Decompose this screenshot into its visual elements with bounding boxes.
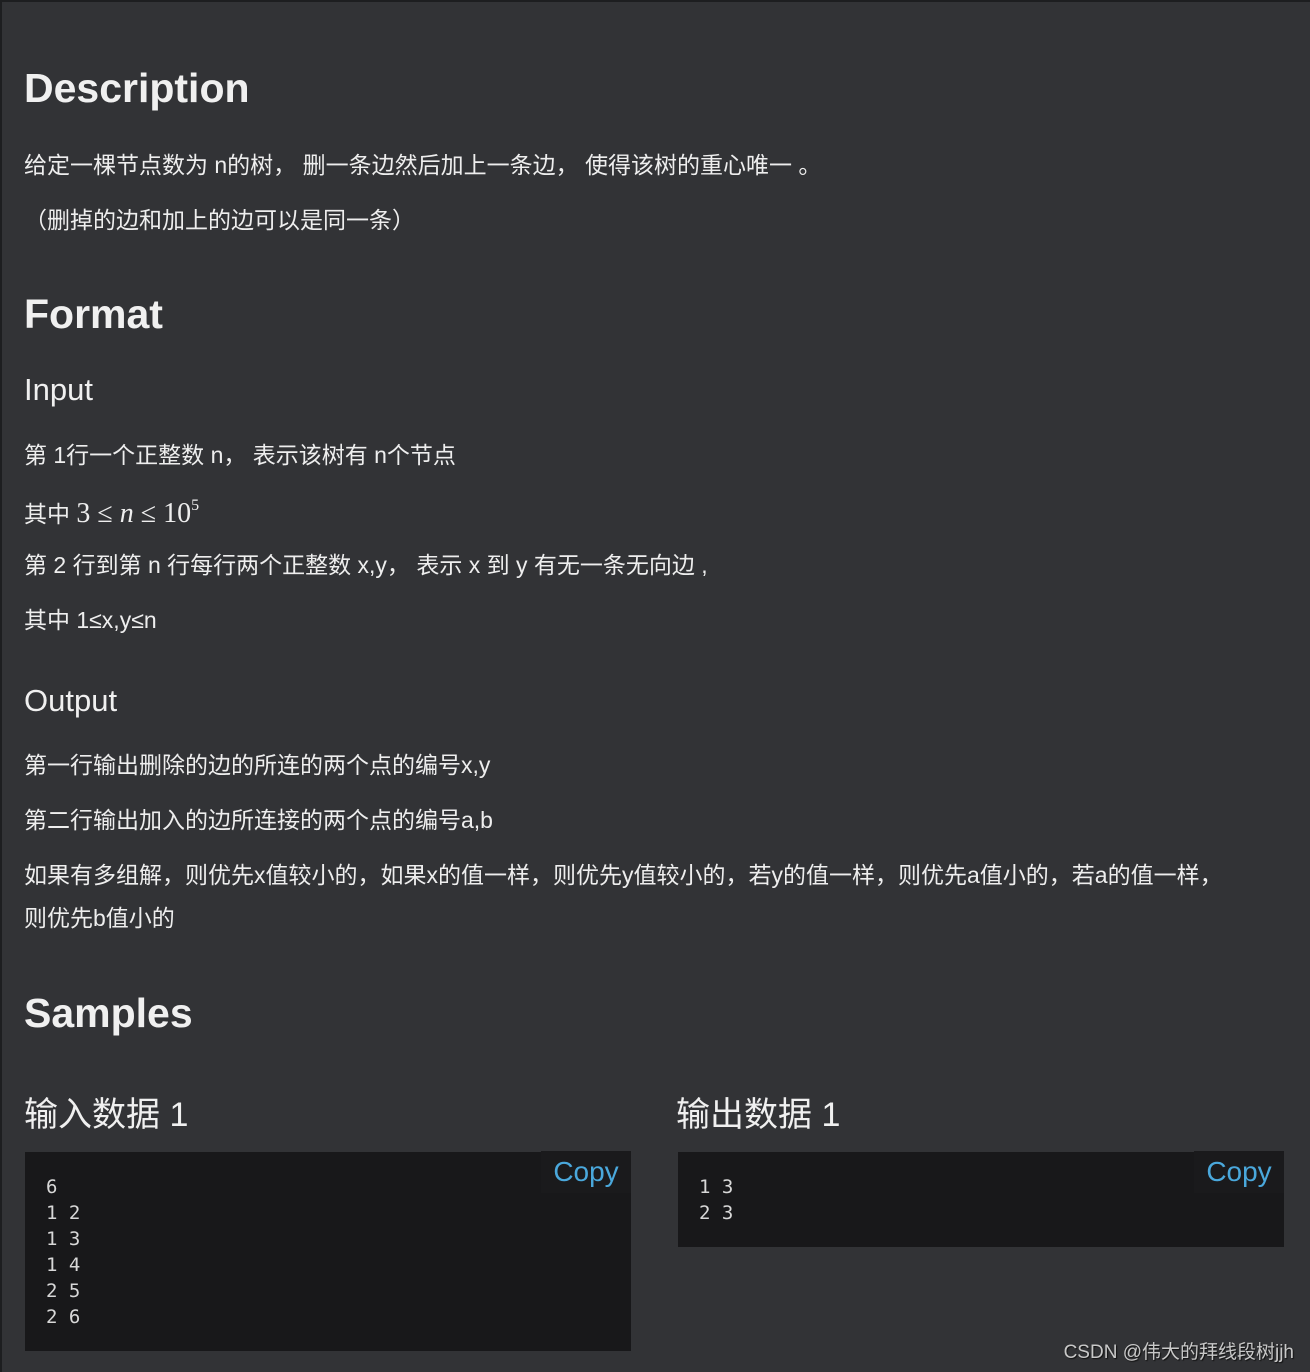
sample-output-content: 1 3 2 3 [699, 1176, 734, 1224]
output-line-2: 第二行输出加入的边所连接的两个点的编号a,b [24, 807, 493, 833]
output-line-3-cont: 则优先b值小的 [24, 905, 175, 931]
output-line-1: 第一行输出删除的边的所连的两个点的编号x,y [24, 752, 491, 778]
output-line-3: 如果有多组解，则优先x值较小的，如果x的值一样，则优先y值较小的，若y的值一样，… [24, 862, 1223, 888]
copy-output-button[interactable]: Copy [1194, 1151, 1284, 1193]
input-constraint-n: 其中 3 ≤ n ≤ 105 [24, 488, 199, 540]
description-note: （删掉的边和加上的边可以是同一条） [24, 207, 415, 233]
description-text: 给定一棵节点数为 n的树， 删一条边然后加上一条边， 使得该树的重心唯一 。 [24, 152, 822, 178]
math-le: ≤ [97, 498, 113, 529]
input-constraint-prefix: 其中 [24, 501, 77, 527]
csdn-watermark: CSDN @伟大的拜线段树jjh [1063, 1342, 1294, 1363]
samples-heading: Samples [24, 990, 193, 1036]
sample-input-content: 6 1 2 1 3 1 4 2 5 2 6 [46, 1176, 81, 1328]
math-lower-bound: 3 [76, 498, 91, 529]
copy-input-button[interactable]: Copy [541, 1151, 631, 1193]
math-variable: n [119, 498, 134, 529]
input-line-3: 第 2 行到第 n 行每行两个正整数 x,y， 表示 x 到 y 有无一条无向边… [24, 552, 708, 578]
input-heading: Input [24, 372, 93, 407]
sample-output-title: 输出数据 1 [676, 1096, 841, 1134]
sample-output-box: 1 3 2 3 Copy [678, 1151, 1284, 1247]
math-formula: 3 ≤ n ≤ 105 [76, 497, 200, 529]
description-heading: Description [24, 65, 250, 111]
math-le: ≤ [140, 498, 157, 529]
math-exponent: 5 [191, 497, 200, 514]
sample-input-box: 6 1 2 1 3 1 4 2 5 2 6 Copy [25, 1151, 631, 1351]
input-line-1: 第 1行一个正整数 n， 表示该树有 n个节点 [24, 442, 456, 468]
output-heading: Output [24, 683, 118, 718]
math-base: 10 [163, 498, 192, 529]
format-heading: Format [24, 291, 163, 337]
problem-page: Description 给定一棵节点数为 n的树， 删一条边然后加上一条边， 使… [2, 2, 1310, 1372]
input-constraint-xy: 其中 1≤x,y≤n [24, 607, 157, 633]
sample-input-title: 输入数据 1 [24, 1096, 189, 1134]
